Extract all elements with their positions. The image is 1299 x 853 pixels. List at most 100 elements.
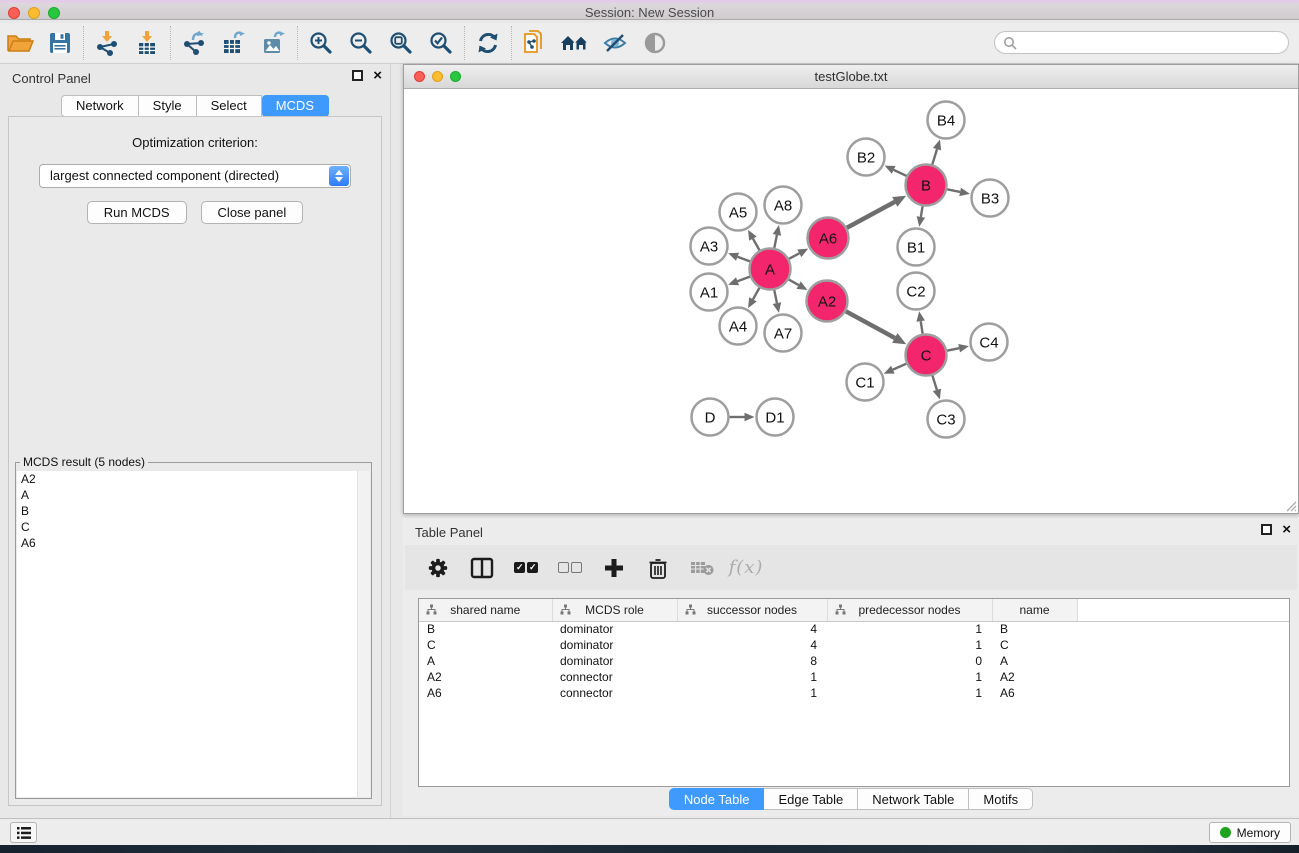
cell-successor-nodes[interactable]: 1 xyxy=(677,685,827,701)
node-label-B4: B4 xyxy=(937,113,955,130)
cell-mcds-role[interactable]: connector xyxy=(552,669,677,685)
network-canvas[interactable]: AA1A2A3A4A5A6A7A8BB1B2B3B4CC1C2C3C4DD1 xyxy=(404,89,1298,513)
tab-style[interactable]: Style xyxy=(139,95,197,117)
main-toolbar xyxy=(0,23,1299,64)
export-table-button[interactable] xyxy=(214,26,254,60)
add-column-button[interactable] xyxy=(595,550,633,586)
cell-predecessor-nodes[interactable]: 1 xyxy=(827,637,992,653)
cell-successor-nodes[interactable]: 4 xyxy=(677,621,827,637)
memory-button[interactable]: Memory xyxy=(1209,822,1291,843)
column-header-mcds-role[interactable]: MCDS role xyxy=(552,599,677,621)
column-header-name[interactable]: name xyxy=(992,599,1077,621)
zoom-fit-button[interactable] xyxy=(381,26,421,60)
open-folder-button[interactable] xyxy=(0,26,40,60)
search-box[interactable] xyxy=(994,31,1289,54)
cell-predecessor-nodes[interactable]: 1 xyxy=(827,685,992,701)
result-item[interactable]: A xyxy=(17,487,370,503)
node-label-B2: B2 xyxy=(857,150,875,167)
result-item[interactable]: B xyxy=(17,503,370,519)
import-table-icon xyxy=(134,30,160,56)
zoom-in-button[interactable] xyxy=(301,26,341,60)
unchecked-checkbox-icon xyxy=(571,562,582,573)
cell-predecessor-nodes[interactable]: 1 xyxy=(827,669,992,685)
tab-select[interactable]: Select xyxy=(197,95,262,117)
plus-icon xyxy=(603,557,625,579)
tab-network[interactable]: Network xyxy=(61,95,139,117)
hide-details-button[interactable] xyxy=(595,26,635,60)
import-network-button[interactable] xyxy=(87,26,127,60)
new-network-from-file-button[interactable] xyxy=(515,26,555,60)
cell-shared-name[interactable]: A xyxy=(419,653,552,669)
cell-shared-name[interactable]: A6 xyxy=(419,685,552,701)
result-list-scrollbar[interactable] xyxy=(357,471,370,797)
delete-column-button[interactable] xyxy=(639,550,677,586)
cell-name[interactable]: C xyxy=(992,637,1077,653)
show-details-button[interactable] xyxy=(635,26,675,60)
cell-mcds-role[interactable]: dominator xyxy=(552,621,677,637)
table-row[interactable]: A2connector11A2 xyxy=(419,669,1289,685)
cell-shared-name[interactable]: C xyxy=(419,637,552,653)
delete-table-button[interactable] xyxy=(683,550,721,586)
refresh-button[interactable] xyxy=(468,26,508,60)
node-label-D: D xyxy=(705,410,716,427)
tab-motifs[interactable]: Motifs xyxy=(969,788,1033,810)
column-header-shared-name[interactable]: shared name xyxy=(419,599,552,621)
float-panel-icon[interactable] xyxy=(352,70,363,81)
column-header-predecessor-nodes[interactable]: predecessor nodes xyxy=(827,599,992,621)
edge-A-A6 xyxy=(789,253,799,259)
cell-predecessor-nodes[interactable]: 0 xyxy=(827,653,992,669)
table-row[interactable]: Cdominator41C xyxy=(419,637,1289,653)
export-image-button[interactable] xyxy=(254,26,294,60)
table-settings-button[interactable] xyxy=(419,550,457,586)
zoom-selected-button[interactable] xyxy=(421,26,461,60)
split-columns-button[interactable] xyxy=(463,550,501,586)
tab-mcds[interactable]: MCDS xyxy=(262,95,329,117)
run-mcds-button[interactable]: Run MCDS xyxy=(87,201,187,224)
close-panel-button[interactable]: Close panel xyxy=(201,201,304,224)
cell-shared-name[interactable]: A2 xyxy=(419,669,552,685)
tab-network-table[interactable]: Network Table xyxy=(858,788,969,810)
export-network-button[interactable] xyxy=(174,26,214,60)
close-table-panel-icon[interactable]: × xyxy=(1282,524,1291,535)
result-item[interactable]: A2 xyxy=(17,471,370,487)
table-row[interactable]: A6connector11A6 xyxy=(419,685,1289,701)
search-input[interactable] xyxy=(1017,32,1288,53)
cell-mcds-role[interactable]: connector xyxy=(552,685,677,701)
tab-edge-table[interactable]: Edge Table xyxy=(764,788,858,810)
cell-mcds-role[interactable]: dominator xyxy=(552,653,677,669)
node-label-A8: A8 xyxy=(774,198,792,215)
cell-successor-nodes[interactable]: 4 xyxy=(677,637,827,653)
task-history-button[interactable] xyxy=(10,822,37,843)
import-table-button[interactable] xyxy=(127,26,167,60)
deselect-all-button[interactable] xyxy=(551,550,589,586)
float-table-panel-icon[interactable] xyxy=(1261,524,1272,535)
control-panel: Control Panel × NetworkStyleSelectMCDS O… xyxy=(0,64,391,818)
column-header-successor-nodes[interactable]: successor nodes xyxy=(677,599,827,621)
table-row[interactable]: Bdominator41B xyxy=(419,621,1289,637)
table-row[interactable]: Adominator80A xyxy=(419,653,1289,669)
resize-grip-icon[interactable] xyxy=(1283,498,1297,512)
cell-mcds-role[interactable]: dominator xyxy=(552,637,677,653)
cell-successor-nodes[interactable]: 1 xyxy=(677,669,827,685)
cell-name[interactable]: A6 xyxy=(992,685,1077,701)
criterion-select[interactable]: largest connected component (directed) xyxy=(39,164,351,188)
table-panel: Table Panel × xyxy=(403,518,1299,816)
function-builder-button[interactable]: f(x) xyxy=(727,550,765,586)
arrowhead-icon xyxy=(773,302,781,313)
close-panel-icon[interactable]: × xyxy=(373,70,382,81)
cell-name[interactable]: A2 xyxy=(992,669,1077,685)
tab-node-table[interactable]: Node Table xyxy=(669,788,765,810)
new-network-from-file-icon xyxy=(522,29,548,57)
cell-successor-nodes[interactable]: 8 xyxy=(677,653,827,669)
save-session-button[interactable] xyxy=(40,26,80,60)
zoom-out-button[interactable] xyxy=(341,26,381,60)
cell-name[interactable]: A xyxy=(992,653,1077,669)
cell-predecessor-nodes[interactable]: 1 xyxy=(827,621,992,637)
result-item[interactable]: C xyxy=(17,519,370,535)
select-all-button[interactable] xyxy=(507,550,545,586)
cell-name[interactable]: B xyxy=(992,621,1077,637)
desktop-background xyxy=(0,845,1299,853)
home-button[interactable] xyxy=(555,26,595,60)
cell-shared-name[interactable]: B xyxy=(419,621,552,637)
result-item[interactable]: A6 xyxy=(17,535,370,551)
